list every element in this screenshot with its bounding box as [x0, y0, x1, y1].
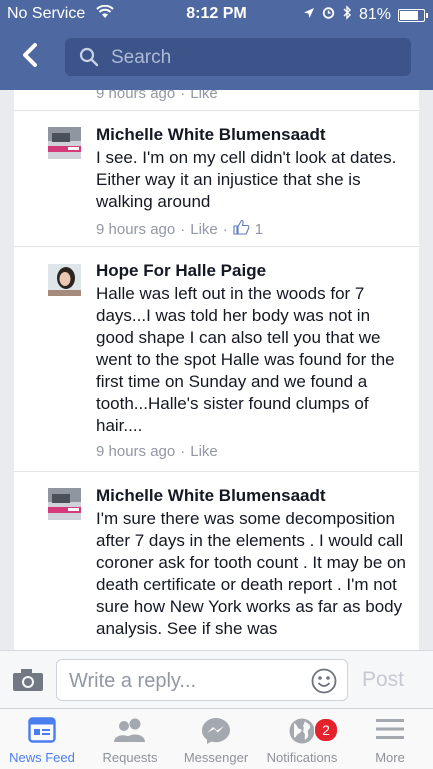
news-feed-icon — [28, 717, 56, 748]
like-link[interactable]: Like — [190, 90, 218, 102]
alarm-icon — [322, 6, 335, 24]
tab-requests[interactable]: Requests — [88, 709, 172, 769]
like-link[interactable]: Like — [190, 443, 218, 460]
comment-item: 9 hours ago · Like — [14, 90, 419, 111]
like-count: 1 — [254, 220, 264, 238]
header: No Service 8:12 PM 81% — [0, 0, 433, 90]
comment-author[interactable]: Hope For Halle Paige — [96, 261, 409, 281]
comment-time: 9 hours ago — [96, 220, 176, 238]
tab-news-feed[interactable]: News Feed — [0, 709, 84, 769]
notification-badge: 2 — [314, 718, 338, 742]
comment-item: Michelle White Blumensaadt I see. I'm on… — [14, 111, 419, 247]
tab-messenger[interactable]: Messenger — [174, 709, 258, 769]
search-icon — [79, 47, 99, 72]
avatar[interactable] — [48, 264, 81, 296]
comment-time: 9 hours ago — [96, 90, 176, 102]
camera-icon[interactable] — [12, 668, 44, 697]
comment-meta: 9 hours ago · Like — [96, 443, 218, 460]
bluetooth-icon — [342, 5, 352, 25]
messenger-icon — [201, 717, 231, 750]
smiley-icon[interactable] — [311, 668, 337, 699]
battery-percent: 81% — [358, 6, 391, 23]
comment-meta: 9 hours ago · Like · 1 — [96, 219, 264, 239]
comment-meta: 9 hours ago · Like — [96, 90, 409, 102]
comment-time: 9 hours ago — [96, 443, 176, 460]
location-arrow-icon — [303, 6, 315, 24]
post-button[interactable]: Post — [362, 668, 404, 692]
like-link[interactable]: Like — [190, 221, 218, 238]
friend-requests-icon — [113, 717, 147, 748]
reply-field[interactable] — [56, 659, 348, 702]
avatar[interactable] — [48, 127, 81, 159]
battery-icon — [398, 8, 428, 22]
avatar[interactable] — [48, 488, 81, 520]
tab-more[interactable]: More — [348, 709, 432, 769]
comment-item: Michelle White Blumensaadt I'm sure ther… — [14, 472, 419, 650]
tab-label: News Feed — [9, 750, 75, 765]
thumbs-up-icon — [233, 219, 250, 239]
menu-icon — [376, 717, 404, 746]
status-bar: No Service 8:12 PM 81% — [0, 0, 433, 28]
search-bar[interactable] — [65, 38, 411, 78]
tab-label: More — [375, 750, 405, 765]
comment-author[interactable]: Michelle White Blumensaadt — [96, 486, 409, 506]
tab-label: Requests — [102, 750, 158, 765]
tab-label: Notifications — [266, 750, 338, 765]
globe-icon — [288, 717, 316, 750]
tab-bar: News Feed Requests Messenger 2 Notificat… — [0, 708, 433, 769]
search-input[interactable] — [109, 38, 403, 78]
chevron-left-icon — [23, 43, 37, 67]
comment-item: Hope For Halle Paige Halle was left out … — [14, 247, 419, 472]
comment-text: I see. I'm on my cell didn't look at dat… — [96, 148, 397, 211]
tab-notifications[interactable]: 2 Notifications — [260, 709, 344, 769]
tab-label: Messenger — [183, 750, 249, 765]
reply-input[interactable] — [67, 660, 306, 702]
comments-panel[interactable]: 9 hours ago · Like Michelle White Blumen… — [14, 90, 419, 650]
back-button[interactable] — [16, 40, 46, 70]
comment-author[interactable]: Michelle White Blumensaadt — [96, 125, 409, 145]
reply-bar: Post — [0, 650, 433, 709]
comment-text: Halle was left out in the woods for 7 da… — [96, 284, 395, 435]
comment-text: I'm sure there was some decomposition af… — [96, 509, 406, 638]
